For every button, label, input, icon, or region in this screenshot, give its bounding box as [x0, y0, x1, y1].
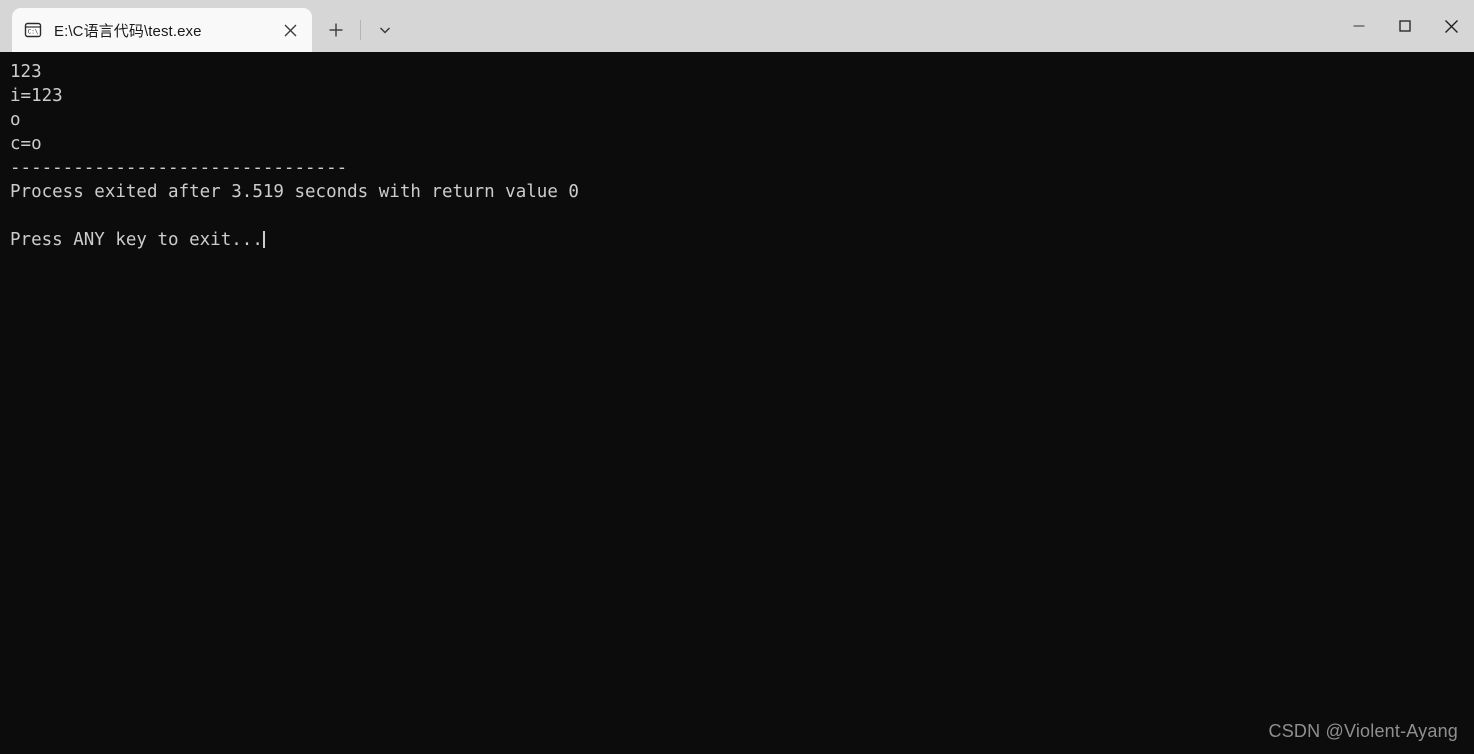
tab-strip: C:\ E:\C语言代码\test.exe — [0, 0, 403, 52]
csdn-watermark: CSDN @Violent-Ayang — [1268, 721, 1458, 741]
text-cursor — [262, 231, 265, 248]
maximize-button[interactable] — [1382, 0, 1428, 52]
svg-text:C:\: C:\ — [28, 29, 39, 36]
console-window-icon: C:\ — [22, 19, 44, 41]
window-controls — [1336, 0, 1474, 52]
tab-test-exe[interactable]: C:\ E:\C语言代码\test.exe — [12, 8, 312, 52]
terminal-line: c=o — [10, 134, 42, 154]
terminal-prompt-text: Press ANY key to exit... — [10, 230, 263, 250]
tab-title: E:\C语言代码\test.exe — [54, 22, 202, 40]
tab-close-icon[interactable] — [274, 14, 306, 46]
close-button[interactable] — [1428, 0, 1474, 52]
terminal-line: o — [10, 110, 21, 130]
terminal-line: 123 — [10, 62, 42, 82]
terminal-line: i=123 — [10, 86, 63, 106]
tab-actions — [318, 8, 403, 52]
minimize-button[interactable] — [1336, 0, 1382, 52]
toolbar-divider — [360, 20, 361, 40]
terminal-separator-line: -------------------------------- — [10, 158, 348, 178]
tab-dropdown-button[interactable] — [367, 12, 403, 48]
new-tab-button[interactable] — [318, 12, 354, 48]
terminal-output-area[interactable]: 123 i=123 o c=o ------------------------… — [0, 52, 1474, 754]
terminal-exit-status-line: Process exited after 3.519 seconds with … — [10, 182, 579, 202]
title-bar: C:\ E:\C语言代码\test.exe — [0, 0, 1474, 52]
terminal-prompt-line: Press ANY key to exit... — [10, 228, 1474, 252]
